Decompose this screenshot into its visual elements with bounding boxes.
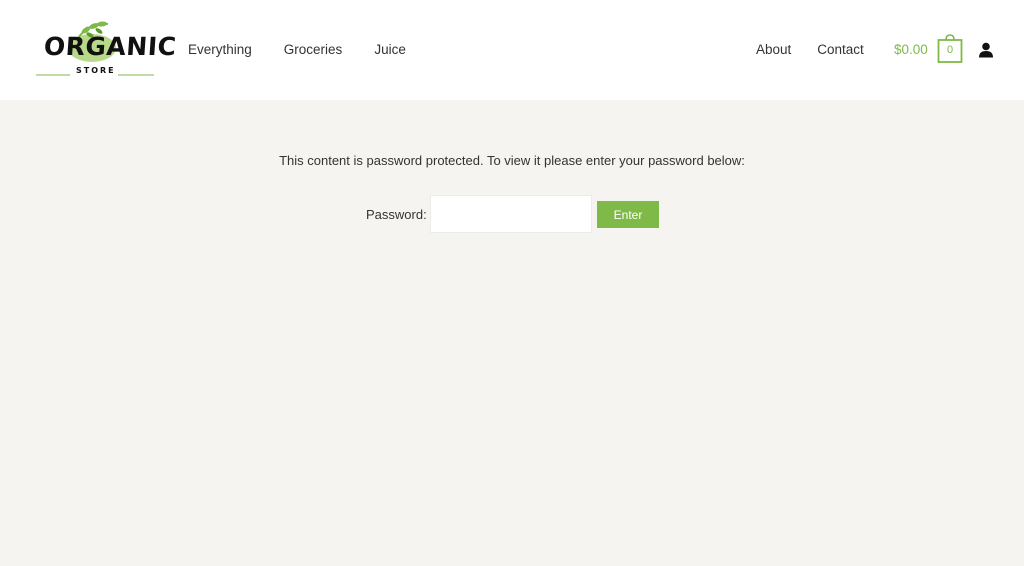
cart-count-badge: 0	[946, 44, 954, 56]
cart-button[interactable]: 0	[937, 34, 963, 64]
password-label: Password:	[366, 207, 427, 222]
site-header: ORGANIC STORE Everything Groceries Juice…	[0, 0, 1024, 100]
enter-button[interactable]: Enter	[597, 201, 659, 228]
nav-link-everything[interactable]: Everything	[188, 42, 252, 57]
nav-link-contact[interactable]: Contact	[817, 42, 864, 57]
nav-link-juice[interactable]: Juice	[374, 42, 406, 57]
nav-link-groceries[interactable]: Groceries	[284, 42, 343, 57]
cart-total[interactable]: $0.00	[894, 42, 928, 57]
primary-nav: Everything Groceries Juice	[188, 42, 438, 57]
account-button[interactable]	[978, 42, 994, 58]
password-protected-message: This content is password protected. To v…	[279, 153, 745, 168]
site-logo[interactable]: ORGANIC STORE	[30, 18, 177, 82]
logo-wordmark: ORGANIC	[42, 32, 178, 61]
nav-link-about[interactable]: About	[756, 42, 791, 57]
password-input[interactable]	[430, 195, 592, 233]
secondary-nav: About Contact	[756, 42, 890, 57]
user-icon	[979, 42, 993, 58]
logo-subtitle: STORE	[76, 66, 116, 75]
